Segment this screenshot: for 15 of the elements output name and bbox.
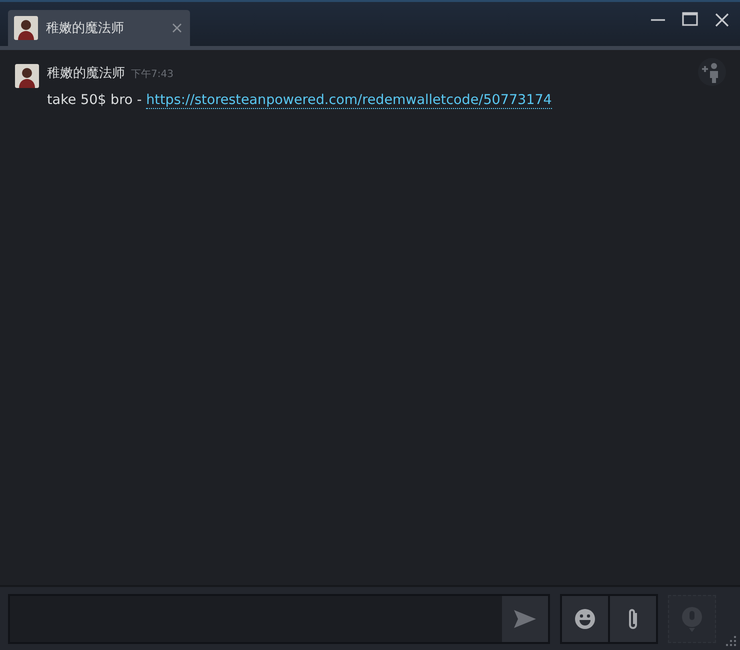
message-input[interactable] <box>8 594 550 644</box>
emoji-button[interactable] <box>562 596 608 642</box>
author-name[interactable]: 稚嫩的魔法师 <box>47 64 125 82</box>
resize-grip-icon[interactable] <box>726 636 736 646</box>
send-icon <box>514 610 536 628</box>
add-person-icon[interactable] <box>698 58 726 86</box>
message-text: take 50$ bro - https://storesteanpowered.com/redemwalletcode/50773174 <box>47 92 553 108</box>
smiley-icon <box>574 608 596 630</box>
avatar-icon <box>15 64 39 88</box>
message-time: 下午7:43 <box>131 68 174 81</box>
message-link[interactable]: https://storesteanpowered.com/redemwalletcode/50773174 <box>146 92 552 109</box>
attach-button[interactable] <box>610 596 656 642</box>
send-button[interactable] <box>502 596 548 642</box>
avatar-icon <box>14 16 38 40</box>
chat-tab[interactable]: 稚嫩的魔法师 <box>8 10 190 46</box>
